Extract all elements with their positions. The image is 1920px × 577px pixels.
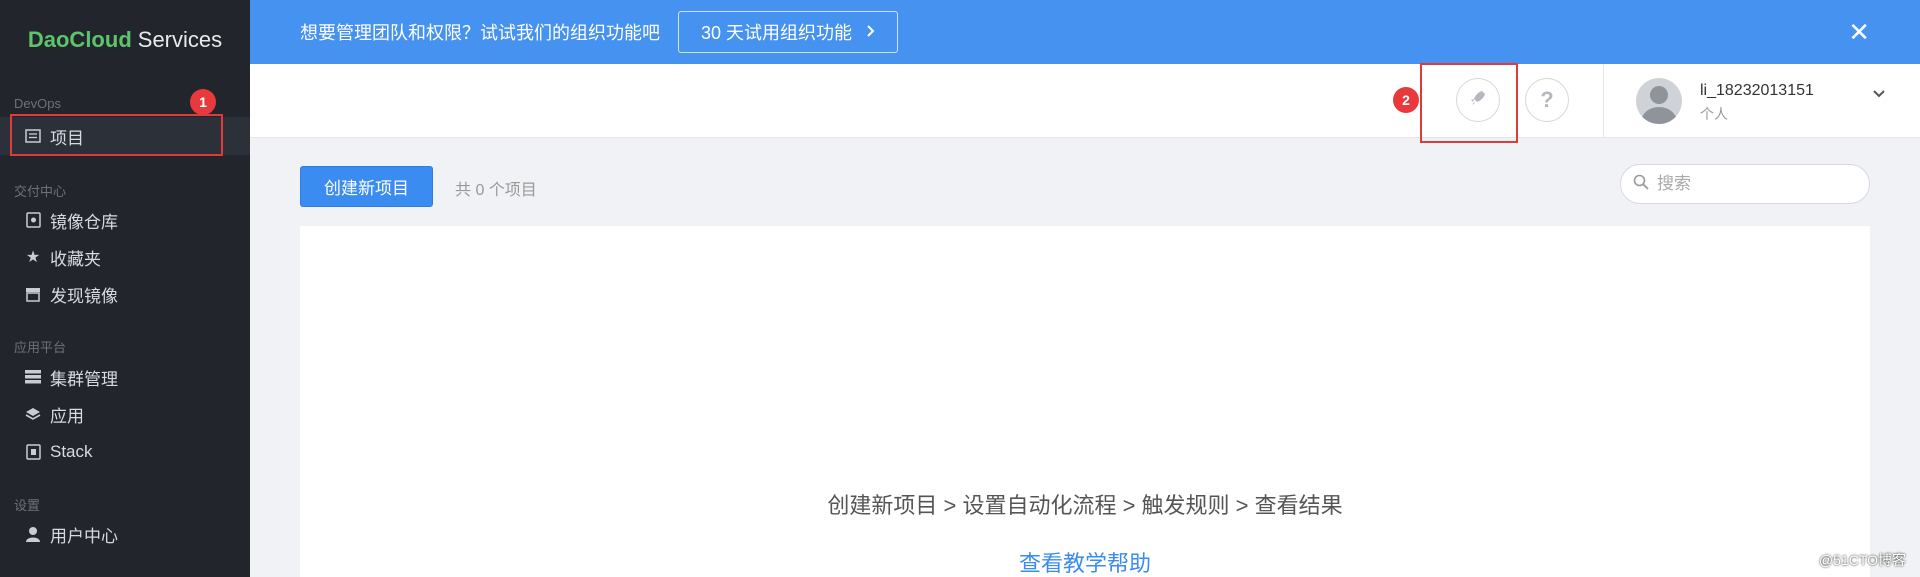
step-badge-1: 1: [190, 89, 216, 115]
brand-logo[interactable]: DaoCloud Services: [0, 0, 250, 80]
star-icon: ★: [25, 249, 41, 266]
trial-org-button[interactable]: 30 天试用组织功能: [678, 11, 899, 53]
promo-banner: 想要管理团队和权限？试试我们的组织功能吧 30 天试用组织功能 ✕: [250, 0, 1920, 64]
user-icon: [24, 525, 42, 543]
stack-icon: [24, 443, 42, 461]
username[interactable]: li_18232013151: [1700, 82, 1814, 100]
section-title-devops: DevOps: [14, 96, 61, 111]
image-repo-icon: [24, 211, 42, 229]
workflow-steps: 创建新项目 > 设置自动化流程 > 触发规则 > 查看结果: [827, 493, 1343, 518]
close-icon[interactable]: ✕: [1848, 19, 1870, 45]
section-title-settings: 设置: [14, 498, 41, 513]
sidebar-item-user-center[interactable]: 用户中心: [0, 515, 250, 553]
sidebar-item-projects[interactable]: 项目: [0, 117, 250, 155]
header-divider: [1603, 64, 1604, 138]
tutorial-help-link[interactable]: 查看教学帮助: [300, 546, 1870, 577]
question-icon: ?: [1540, 87, 1554, 112]
chevron-down-icon[interactable]: [1872, 86, 1886, 104]
sidebar-item-discover[interactable]: 发现镜像: [0, 275, 250, 313]
layers-icon: [24, 405, 42, 423]
chevron-right-icon: [866, 22, 875, 43]
help-button[interactable]: ?: [1525, 78, 1569, 122]
content-card: 创建新项目 > 设置自动化流程 > 触发规则 > 查看结果 查看教学帮助: [300, 226, 1870, 577]
section-title-platform: 应用平台: [14, 340, 67, 355]
search-box[interactable]: [1620, 164, 1870, 204]
store-icon: [24, 285, 42, 303]
sidebar-item-image-repo[interactable]: 镜像仓库: [0, 201, 250, 239]
rocket-button[interactable]: [1456, 78, 1500, 122]
cluster-icon: [24, 368, 42, 386]
account-type: 个人: [1700, 106, 1728, 122]
search-input[interactable]: [1657, 174, 1847, 194]
avatar[interactable]: [1636, 78, 1682, 124]
sidebar-item-stack[interactable]: Stack: [0, 433, 250, 471]
sidebar-item-cluster[interactable]: 集群管理: [0, 358, 250, 396]
banner-text: 想要管理团队和权限？试试我们的组织功能吧: [300, 23, 660, 43]
top-header: ? li_18232013151 个人: [250, 64, 1920, 138]
sidebar-item-apps[interactable]: 应用: [0, 395, 250, 433]
step-badge-2: 2: [1393, 87, 1419, 113]
search-icon: [1633, 174, 1649, 195]
rocket-icon: [1469, 89, 1487, 112]
section-title-delivery: 交付中心: [14, 184, 67, 199]
project-count: 共 0 个项目: [455, 182, 537, 199]
watermark: @51CTO博客: [1818, 552, 1906, 568]
sidebar: DaoCloud Services DevOps 项目 交付中心 镜像仓库 ★ 收…: [0, 0, 250, 577]
sidebar-item-favorites[interactable]: ★ 收藏夹: [0, 238, 250, 276]
create-project-button[interactable]: 创建新项目: [300, 166, 433, 207]
project-icon: [24, 127, 42, 145]
